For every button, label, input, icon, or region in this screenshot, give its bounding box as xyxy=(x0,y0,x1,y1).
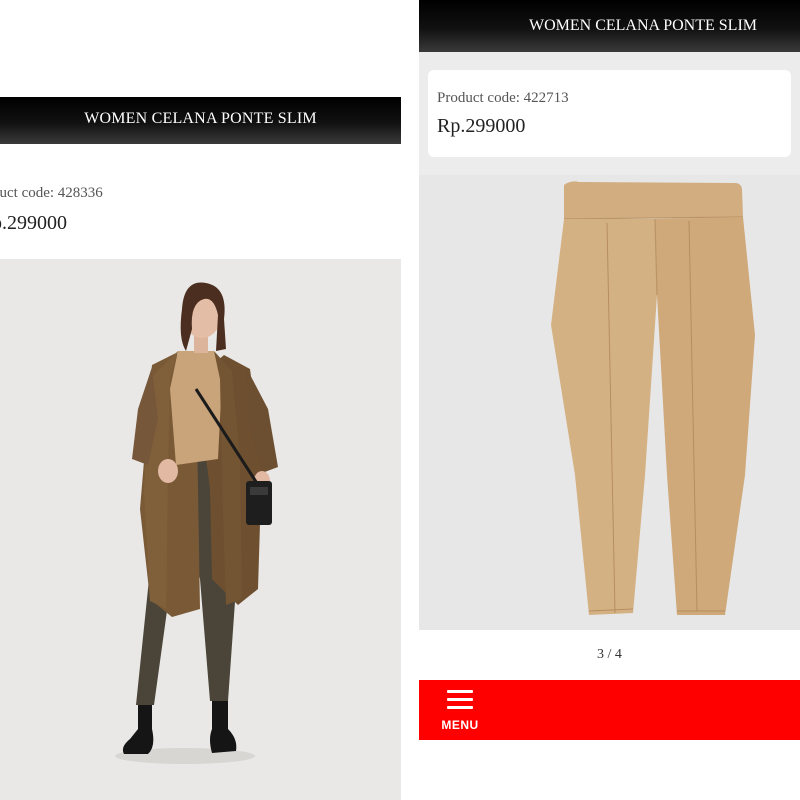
image-pager: 3 / 4 xyxy=(419,630,800,680)
product-image[interactable] xyxy=(419,175,800,630)
product-code: duct code: 428336 xyxy=(0,185,103,201)
page-header: WOMEN CELANA PONTE SLIM xyxy=(419,0,800,52)
bottom-menu-bar: MENU xyxy=(419,680,800,740)
right-product-page: WOMEN CELANA PONTE SLIM Product code: 42… xyxy=(419,0,800,740)
left-product-page: WOMEN CELANA PONTE SLIM duct code: 42833… xyxy=(0,97,401,800)
model-illustration xyxy=(115,282,278,764)
product-code: Product code: 422713 xyxy=(437,90,569,106)
page-title: WOMEN CELANA PONTE SLIM xyxy=(84,110,317,127)
menu-button[interactable]: MENU xyxy=(437,686,483,736)
product-price: Rp.299000 xyxy=(437,115,526,137)
product-info-card: Product code: 422713 Rp.299000 xyxy=(428,70,791,157)
page-title: WOMEN CELANA PONTE SLIM xyxy=(529,17,757,34)
beige-pants-illustration xyxy=(551,181,755,615)
model-photo[interactable] xyxy=(0,259,401,800)
menu-label: MENU xyxy=(441,718,479,732)
page-header: WOMEN CELANA PONTE SLIM xyxy=(0,97,401,144)
product-price: o.299000 xyxy=(0,212,67,234)
